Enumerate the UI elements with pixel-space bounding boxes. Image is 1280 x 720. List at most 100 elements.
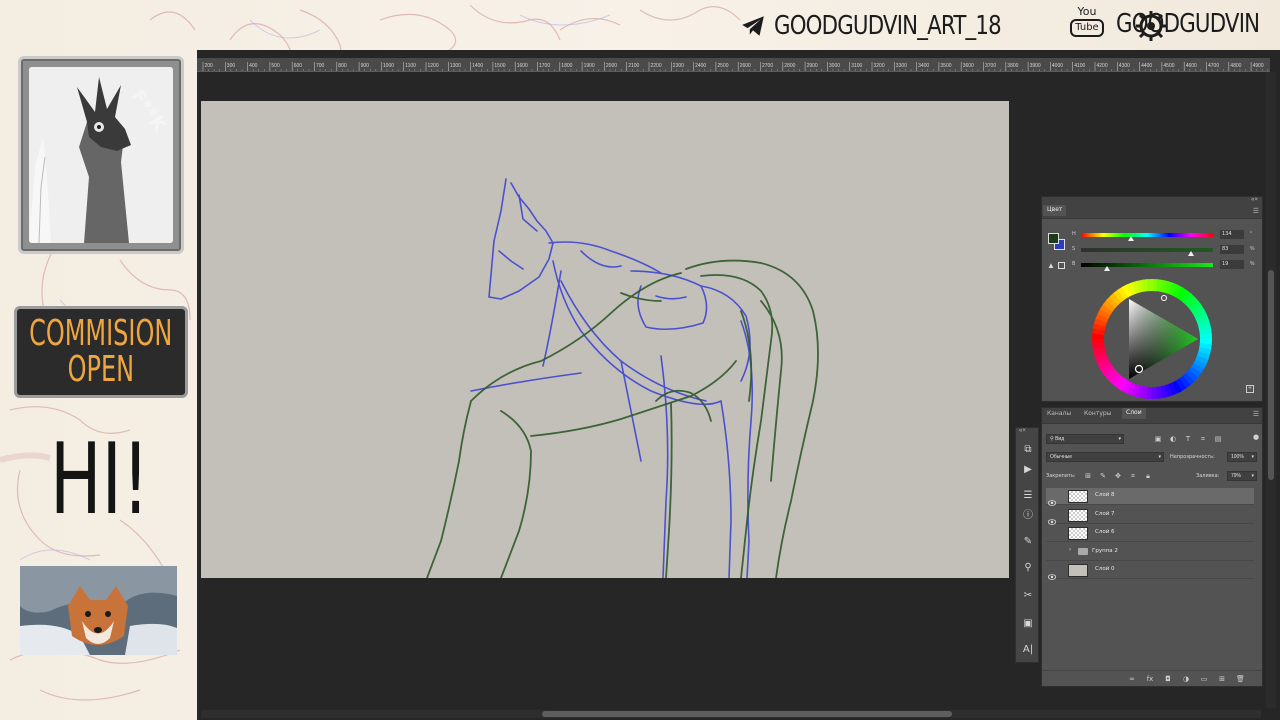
folder-icon[interactable]: ▭ bbox=[1200, 675, 1208, 683]
adjustment-icon[interactable]: ◑ bbox=[1182, 675, 1190, 683]
ruler-label: 2200 bbox=[651, 63, 662, 69]
panel-collapse-icon[interactable]: «× bbox=[1251, 197, 1258, 203]
eye-icon[interactable] bbox=[1047, 512, 1057, 525]
hue-slider[interactable]: H 134 ° bbox=[1072, 230, 1262, 241]
eye-icon[interactable] bbox=[1047, 493, 1057, 506]
brightness-value-field[interactable]: 19 bbox=[1220, 260, 1244, 269]
ruler-label: 1800 bbox=[561, 63, 572, 69]
ruler-label: 1200 bbox=[428, 63, 439, 69]
foreground-color-swatch[interactable] bbox=[1048, 233, 1059, 244]
eye-icon[interactable] bbox=[1047, 567, 1057, 580]
ruler-label: 3600 bbox=[963, 63, 974, 69]
filter-type-icon[interactable]: T bbox=[1184, 435, 1192, 443]
ruler-label: 3300 bbox=[896, 63, 907, 69]
web-safe-square-icon[interactable] bbox=[1058, 262, 1065, 269]
tab-channels[interactable]: Каналы bbox=[1047, 410, 1071, 417]
fill-field[interactable]: 79% ▾ bbox=[1227, 471, 1257, 481]
gamut-warning-icon[interactable]: ▲ bbox=[1047, 261, 1055, 270]
opacity-label: Непрозрачность: bbox=[1170, 454, 1215, 460]
chevron-right-icon[interactable]: › bbox=[1069, 547, 1071, 553]
layer-thumbnail bbox=[1068, 564, 1088, 577]
drawing-canvas[interactable] bbox=[201, 101, 1009, 578]
vertical-scrollbar-thumb[interactable] bbox=[1268, 270, 1274, 480]
link-icon[interactable]: ∞ bbox=[1128, 675, 1136, 683]
tool-presets-icon[interactable]: ✂ bbox=[1020, 588, 1036, 604]
add-panel-icon[interactable]: + bbox=[1246, 385, 1254, 393]
layers-menu-icon[interactable]: ☰ bbox=[1253, 410, 1259, 418]
ruler-label: 2900 bbox=[807, 63, 818, 69]
layer-thumbnail bbox=[1068, 508, 1088, 522]
color-panel: «× Цвет ☰ ▲ H 134 ° S 83 % B 19 % + bbox=[1041, 196, 1263, 402]
sketch-artwork bbox=[426, 178, 819, 578]
ruler-label: 1600 bbox=[517, 63, 528, 69]
ruler-label: 1500 bbox=[494, 63, 505, 69]
layer-row[interactable]: Слой 6 bbox=[1046, 525, 1254, 542]
eye-icon[interactable] bbox=[1048, 549, 1056, 555]
layer-filter-select[interactable]: ⚲ Вид ▾ bbox=[1046, 434, 1124, 444]
layer-row[interactable]: Слой 8 bbox=[1046, 488, 1254, 506]
filter-pixel-icon[interactable]: ▣ bbox=[1154, 435, 1162, 443]
webcam-fox-video bbox=[20, 566, 177, 655]
fx-icon[interactable]: fx bbox=[1146, 675, 1154, 683]
lock-position-icon[interactable]: ✥ bbox=[1114, 472, 1122, 480]
blend-mode-select[interactable]: Обычные ▾ bbox=[1046, 452, 1164, 462]
lock-paint-icon[interactable]: ✎ bbox=[1099, 472, 1107, 480]
hue-value-field[interactable]: 134 bbox=[1220, 230, 1244, 239]
adjustments-icon[interactable]: ☰ bbox=[1020, 488, 1036, 504]
ruler-label: 4000 bbox=[1052, 63, 1063, 69]
ruler-label: 800 bbox=[338, 63, 347, 69]
trash-icon[interactable]: 🗑︎ bbox=[1236, 675, 1245, 683]
layer-row[interactable]: Слой 7 bbox=[1046, 507, 1254, 525]
play-action-icon[interactable]: ▶ bbox=[1020, 462, 1036, 478]
history-icon[interactable]: ⧉ bbox=[1020, 442, 1036, 458]
saturation-slider[interactable]: S 83 % bbox=[1072, 245, 1262, 256]
filter-shape-icon[interactable]: ⌗ bbox=[1199, 435, 1207, 443]
filter-smart-object-icon[interactable]: ▤ bbox=[1214, 435, 1222, 443]
commission-open-badge: COMMISION OPEN bbox=[14, 306, 188, 398]
saturation-slider-handle[interactable] bbox=[1188, 251, 1194, 256]
ruler-label: 3100 bbox=[851, 63, 862, 69]
horizontal-scrollbar-thumb[interactable] bbox=[542, 711, 952, 717]
brightness-slider[interactable]: B 19 % bbox=[1072, 260, 1262, 271]
ruler-label: 900 bbox=[361, 63, 370, 69]
layer-row[interactable]: › Группа 2 bbox=[1046, 544, 1254, 561]
mask-icon[interactable]: ◘ bbox=[1164, 675, 1172, 683]
avatar: F**K bbox=[29, 67, 173, 243]
ruler-label: 4700 bbox=[1208, 63, 1219, 69]
ruler-label: 2600 bbox=[740, 63, 751, 69]
new-layer-icon[interactable]: ⊞ bbox=[1218, 675, 1226, 683]
hue-slider-handle[interactable] bbox=[1128, 236, 1134, 241]
ruler-label: 4600 bbox=[1186, 63, 1197, 69]
eye-icon[interactable] bbox=[1048, 530, 1056, 536]
ruler-label: 3900 bbox=[1030, 63, 1041, 69]
character-icon[interactable]: A| bbox=[1020, 642, 1036, 658]
tab-paths[interactable]: Контуры bbox=[1084, 410, 1111, 417]
saturation-value-field[interactable]: 83 bbox=[1220, 245, 1244, 254]
ruler-label: 3200 bbox=[874, 63, 885, 69]
brightness-slider-handle[interactable] bbox=[1104, 266, 1110, 271]
ruler-label: 4200 bbox=[1097, 63, 1108, 69]
commission-line-2: OPEN bbox=[67, 349, 135, 390]
brush-settings-icon[interactable]: ✎ bbox=[1020, 534, 1036, 550]
panel-menu-icon[interactable]: ☰ bbox=[1253, 207, 1259, 215]
lock-artboard-icon[interactable]: ⌗ bbox=[1129, 472, 1137, 480]
info-icon[interactable]: ⓘ bbox=[1020, 508, 1036, 524]
tab-color[interactable]: Цвет bbox=[1043, 205, 1067, 216]
ruler-label: 1000 bbox=[383, 63, 394, 69]
tab-layers[interactable]: Слои bbox=[1122, 408, 1146, 419]
opacity-field[interactable]: 100% ▾ bbox=[1227, 452, 1257, 462]
ruler-label: 2300 bbox=[673, 63, 684, 69]
collapse-arrows-icon[interactable]: «× bbox=[1019, 428, 1026, 434]
notes-icon[interactable]: ▣ bbox=[1020, 616, 1036, 632]
clone-source-icon[interactable]: ⚲ bbox=[1020, 560, 1036, 576]
layers-panel: Каналы Контуры Слои ☰ ⚲ Вид ▾ ▣ ◐ T ⌗ ▤ … bbox=[1041, 407, 1263, 687]
artist-avatar-frame: F**K bbox=[18, 56, 184, 254]
layer-row[interactable]: Слой 0 bbox=[1046, 562, 1254, 580]
ruler-label: 4100 bbox=[1074, 63, 1085, 69]
filter-toggle-icon[interactable]: ● bbox=[1252, 433, 1260, 441]
lock-icon[interactable]: 🔒︎ bbox=[1144, 472, 1152, 480]
filter-adjustment-icon[interactable]: ◐ bbox=[1169, 435, 1177, 443]
greeting-text: HI! bbox=[50, 423, 150, 537]
color-wheel[interactable] bbox=[1090, 277, 1214, 401]
lock-transparent-icon[interactable]: ⊞ bbox=[1084, 472, 1092, 480]
